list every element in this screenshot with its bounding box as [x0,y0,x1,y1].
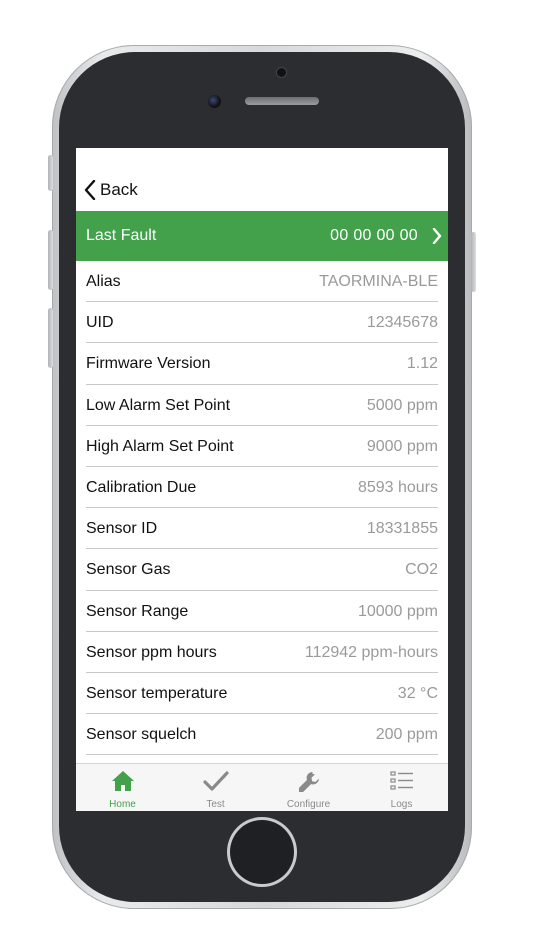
row-uid: UID 12345678 [86,302,438,344]
row-value: 18331855 [366,520,438,538]
row-label: UID [86,314,114,332]
row-value: 10000 ppm [357,602,438,620]
row-value: CO2 [405,561,438,579]
back-label: Back [100,180,138,199]
chevron-right-icon [432,228,442,244]
home-icon [111,771,134,791]
chevron-left-icon [84,180,96,200]
back-button[interactable]: Back [84,178,138,202]
tab-label: Test [206,799,225,810]
row-sensor-range: Sensor Range 10000 ppm [86,591,438,632]
tab-bar: Home Test Configure Logs [76,763,448,811]
camera-icon [277,68,286,77]
row-sensor-id: Sensor ID 18331855 [86,508,438,550]
row-label: Sensor Gas [86,561,171,579]
tab-logs[interactable]: Logs [355,764,448,811]
row-label: Sensor squelch [86,726,197,744]
row-label: Low Alarm Set Point [86,396,231,414]
checkmark-icon [202,771,229,791]
last-fault-value: 00 00 00 00 [330,227,418,244]
list-icon [389,771,413,790]
tab-label: Logs [390,799,413,810]
row-value: 112942 ppm-hours [304,643,438,661]
device-info-list: Alias TAORMINA-BLE UID 12345678 Firmware… [76,261,448,756]
last-fault-label: Last Fault [86,227,157,244]
navigation-bar: Back [76,148,448,211]
row-label: Sensor Range [86,602,189,620]
stage: Back Last Fault 00 00 00 00 Alias TAORMI… [0,0,534,950]
row-sensor-ppm-hours: Sensor ppm hours 112942 ppm-hours [86,632,438,673]
home-button[interactable] [230,820,294,884]
power-button [471,232,476,292]
row-value: 9000 ppm [366,437,438,455]
app-screen: Back Last Fault 00 00 00 00 Alias TAORMI… [76,148,448,811]
row-label: Sensor temperature [86,684,228,702]
earpiece-speaker [245,97,319,105]
row-firmware-version: Firmware Version 1.12 [86,343,438,385]
row-value: 12345678 [366,314,438,332]
row-label: Alias [86,273,121,290]
row-value: 32 °C [397,684,438,702]
volume-up-button [48,230,53,290]
row-label: Firmware Version [86,355,211,373]
row-sensor-squelch: Sensor squelch 200 ppm [86,714,438,756]
row-value: 200 ppm [375,726,438,744]
row-value: 8593 hours [357,478,438,496]
wrench-icon [298,772,319,792]
row-label: Sensor ID [86,520,158,538]
row-value: 5000 ppm [366,396,438,414]
row-value: TAORMINA-BLE [319,273,438,290]
row-alias: Alias TAORMINA-BLE [86,261,438,303]
tab-label: Configure [286,799,331,810]
volume-down-button [48,308,53,368]
row-high-alarm-set-point: High Alarm Set Point 9000 ppm [86,426,438,467]
tab-label: Home [109,799,136,810]
tab-test[interactable]: Test [169,764,262,811]
tab-home[interactable]: Home [76,764,169,811]
row-value: 1.12 [406,355,438,373]
last-fault-row[interactable]: Last Fault 00 00 00 00 [76,211,448,261]
row-label: Calibration Due [86,478,197,496]
row-low-alarm-set-point: Low Alarm Set Point 5000 ppm [86,385,438,426]
front-camera-icon [208,95,221,108]
row-calibration-due: Calibration Due 8593 hours [86,467,438,509]
tab-configure[interactable]: Configure [262,764,355,811]
row-sensor-temperature: Sensor temperature 32 °C [86,673,438,715]
row-label: Sensor ppm hours [86,643,217,661]
row-label: High Alarm Set Point [86,437,234,455]
mute-switch [48,155,53,191]
row-sensor-gas: Sensor Gas CO2 [86,549,438,591]
